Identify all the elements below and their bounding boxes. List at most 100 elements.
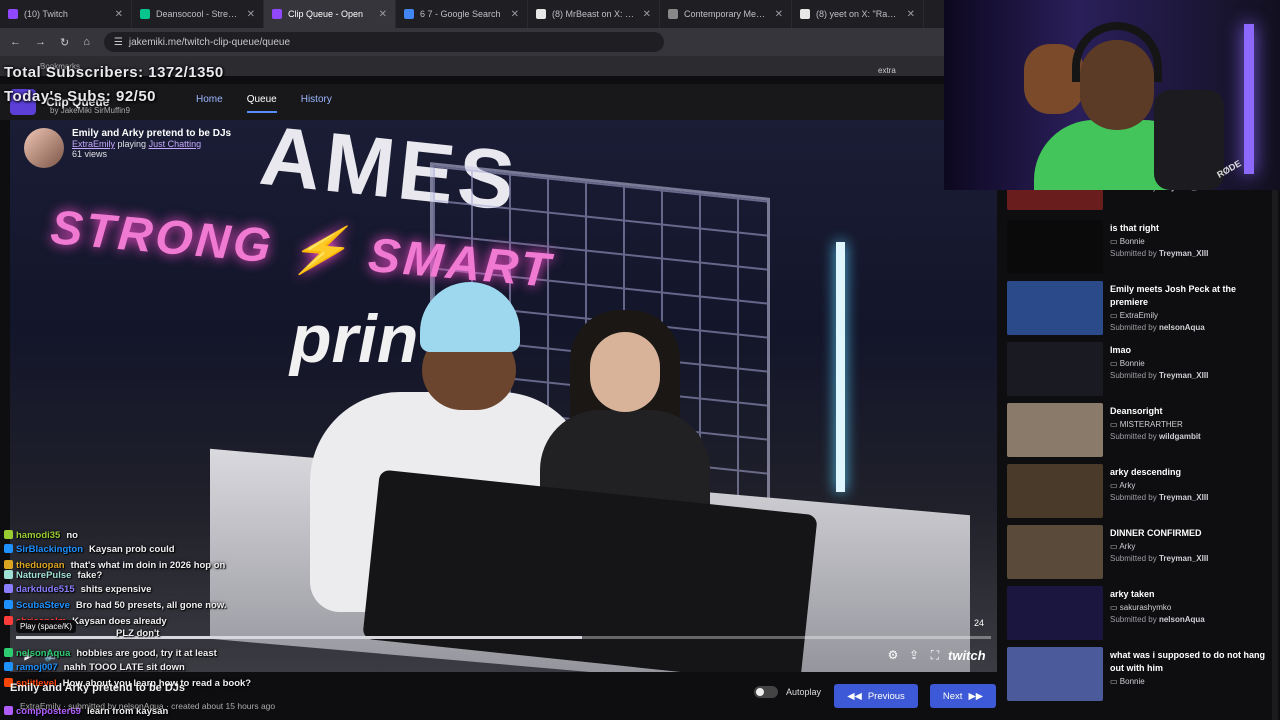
tab-label: (8) MrBeast on X: "Dear <box>552 9 637 19</box>
nav-queue[interactable]: Queue <box>246 94 277 113</box>
queue-thumbnail[interactable] <box>1007 342 1103 396</box>
queue-thumbnail[interactable] <box>1007 464 1103 518</box>
webcam-scene-light <box>1244 24 1254 174</box>
author-sirmuffin[interactable]: SirMuffin9 <box>94 106 130 115</box>
queue-item-title: arky descending <box>1110 467 1182 477</box>
queue-item-submitter: Treyman_XIII <box>1158 493 1209 502</box>
queue-item[interactable]: arky descending ▭ Arky Submitted by Treyma… <box>1007 464 1277 519</box>
chat-badge-icon <box>4 560 13 569</box>
queue-item-channel-row: ▭ Arky <box>1110 481 1275 490</box>
next-button[interactable]: Next ▶▶ <box>930 684 996 708</box>
close-icon[interactable]: ✕ <box>379 9 387 20</box>
twitch-logo[interactable]: twitch <box>948 648 986 663</box>
browser-tab[interactable]: (8) yeet on X: "Razer int ✕ <box>792 0 924 28</box>
tab-label: 6 7 - Google Search <box>420 9 501 19</box>
browser-tab[interactable]: (10) Twitch ✕ <box>0 0 132 28</box>
play-tooltip: Play (space/K) <box>16 620 77 633</box>
channel-avatar[interactable] <box>24 128 64 168</box>
fullscreen-icon[interactable]: ⛶ <box>928 648 942 662</box>
forward-icon[interactable]: → <box>35 36 46 48</box>
chat-message: nelsonAqua hobbies are good, try it at le… <box>4 648 217 659</box>
browser-tab[interactable]: Contemporary Menswe ✕ <box>660 0 792 28</box>
queue-item[interactable]: is that right ▭ Bonnie Submitted by Treyma… <box>1007 220 1277 275</box>
tab-favicon <box>8 9 18 19</box>
settings-icon[interactable]: ⚙ <box>886 648 900 662</box>
close-icon[interactable]: ✕ <box>643 9 651 20</box>
queue-item-info: Emily meets Josh Peck at the premiere ▭ E… <box>1110 283 1275 332</box>
webcam-scene-microphone <box>1154 90 1224 190</box>
close-icon[interactable]: ✕ <box>907 9 915 20</box>
queue-thumbnail[interactable] <box>1007 281 1103 335</box>
queue-item-submitter-row: Submitted by Treyman_XIII <box>1110 554 1275 563</box>
queue-thumbnail[interactable] <box>1007 220 1103 274</box>
home-icon[interactable]: ⌂ <box>83 36 90 48</box>
browser-tab[interactable]: Clip Queue - Open ✕ <box>264 0 396 28</box>
queue-item[interactable]: Emily meets Josh Peck at the premiere ▭ E… <box>1007 281 1277 336</box>
chat-text: Bro had 50 presets, all gone now. <box>75 600 227 611</box>
queue-thumbnail[interactable] <box>1007 647 1103 701</box>
chat-text: PLZ don't <box>116 628 160 639</box>
browser-tab[interactable]: (8) MrBeast on X: "Dear ✕ <box>528 0 660 28</box>
chat-message: SirBlackington Kaysan prob could <box>4 544 175 555</box>
tab-label: Contemporary Menswe <box>684 9 769 19</box>
close-icon[interactable]: ✕ <box>511 9 519 20</box>
channel-icon: ▭ <box>1110 677 1120 686</box>
tab-label: Deansocool - Streamer <box>156 9 241 19</box>
previous-icon: ◀◀ <box>847 690 862 702</box>
autoplay-control[interactable]: Autoplay <box>754 686 821 698</box>
next-icon: ▶▶ <box>968 690 984 702</box>
chat-text: nahh TOOO LATE sit down <box>63 662 185 673</box>
chat-text: fake? <box>77 570 103 581</box>
previous-button[interactable]: ◀◀ Previous <box>834 684 918 708</box>
playing-label: playing <box>117 139 147 149</box>
queue-item-channel: MISTERARTHER <box>1119 420 1183 429</box>
chat-message: NaturePulse fake? <box>4 570 102 581</box>
clip-title[interactable]: Emily and Arky pretend to be DJs <box>72 128 231 139</box>
close-icon[interactable]: ✕ <box>247 9 255 20</box>
queue-thumbnail[interactable] <box>1007 586 1103 640</box>
queue-item-submitter: nelsonAqua <box>1158 615 1205 624</box>
tab-label: (10) Twitch <box>24 9 68 19</box>
share-icon[interactable]: ⇪ <box>907 648 921 662</box>
author-jakemiki[interactable]: JakeMiki <box>61 106 92 115</box>
submitted-by-label: Submitted by <box>1110 371 1157 380</box>
queue-item-title: what was i supposed to do not hang out w… <box>1110 650 1265 673</box>
site-info-icon[interactable]: ☰ <box>114 37 123 48</box>
chat-badge-icon <box>4 570 13 579</box>
chat-message: hamodi35 no <box>4 530 78 541</box>
queue-item[interactable]: what was i supposed to do not hang out w… <box>1007 647 1277 702</box>
queue-item[interactable]: DINNER CONFIRMED ▭ Arky Submitted by Treym… <box>1007 525 1277 580</box>
queue-thumbnail[interactable] <box>1007 403 1103 457</box>
back-icon[interactable]: ← <box>10 36 21 48</box>
chat-text: hobbies are good, try it at least <box>76 648 217 659</box>
queue-item-info: arky descending ▭ Arky Submitted by Treyma… <box>1110 466 1275 502</box>
chat-username: nelsonAqua <box>16 648 71 659</box>
queue-thumbnail[interactable] <box>1007 525 1103 579</box>
queue-item-channel-row: ▭ Bonnie <box>1110 359 1275 368</box>
chat-username: darkdude515 <box>16 584 75 595</box>
autoplay-toggle[interactable] <box>754 686 778 698</box>
nav-history[interactable]: History <box>301 94 332 113</box>
submitted-by-label: Submitted by <box>1110 554 1157 563</box>
channel-icon: ▭ <box>1110 603 1120 612</box>
queue-item[interactable]: arky taken ▭ sakurashymko Submitted by nel… <box>1007 586 1277 641</box>
browser-tab[interactable]: 6 7 - Google Search ✕ <box>396 0 528 28</box>
reload-icon[interactable]: ↻ <box>60 36 69 49</box>
chat-text: no <box>66 530 78 541</box>
url-field[interactable]: ☰ jakemiki.me/twitch-clip-queue/queue <box>103 32 664 52</box>
chat-text: Kaysan does already <box>72 616 167 627</box>
queue-item[interactable]: lmao ▭ Bonnie Submitted by Treyman_XIII <box>1007 342 1277 397</box>
clip-category[interactable]: Just Chatting <box>149 139 202 149</box>
queue-item-info: what was i supposed to do not hang out w… <box>1110 649 1275 686</box>
clip-channel[interactable]: ExtraEmily <box>72 139 115 149</box>
queue-item-submitter: Treyman_XIII <box>1158 371 1209 380</box>
queue-item[interactable]: Deansoright ▭ MISTERARTHER Submitted by wi… <box>1007 403 1277 458</box>
channel-icon: ▭ <box>1110 481 1120 490</box>
queue-scrollbar[interactable] <box>1272 190 1278 720</box>
close-icon[interactable]: ✕ <box>775 9 783 20</box>
nav-home[interactable]: Home <box>196 94 223 113</box>
queue-item-channel-row: ▭ ExtraEmily <box>1110 311 1275 320</box>
close-icon[interactable]: ✕ <box>115 9 123 20</box>
queue-item-channel: Bonnie <box>1119 237 1145 246</box>
browser-tab[interactable]: Deansocool - Streamer ✕ <box>132 0 264 28</box>
